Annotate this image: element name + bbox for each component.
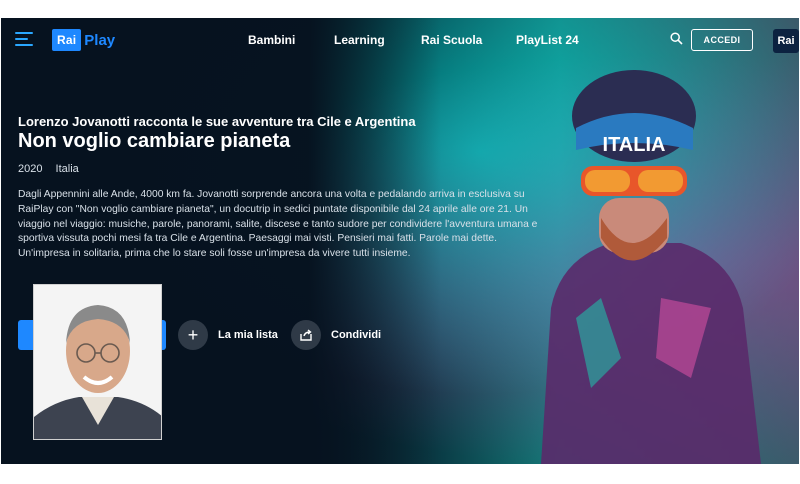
share-icon[interactable] <box>291 320 321 350</box>
show-meta: 2020 Italia <box>18 163 89 175</box>
logo-word-text: Play <box>84 31 116 49</box>
top-navigation-bar: Rai Play Bambini Learning Rai Scuola Pla… <box>1 18 799 64</box>
show-country: Italia <box>55 163 79 175</box>
show-title: Non voglio cambiare pianeta <box>18 130 291 152</box>
login-button[interactable]: ACCEDI <box>691 29 753 51</box>
my-list-label[interactable]: La mia lista <box>218 329 278 341</box>
search-icon[interactable] <box>670 32 683 45</box>
nav-item-bambini[interactable]: Bambini <box>248 33 295 47</box>
helmet-text: ITALIA <box>603 134 666 156</box>
show-subtitle: Lorenzo Jovanotti racconta le sue avvent… <box>18 114 416 129</box>
show-description: Dagli Appennini alle Ande, 4000 km fa. J… <box>18 189 538 260</box>
nav-item-playlist-24[interactable]: PlayList 24 <box>516 33 579 47</box>
my-list-action[interactable]: + La mia lista <box>178 320 278 350</box>
plus-icon[interactable]: + <box>178 320 208 350</box>
nav-item-rai-scuola[interactable]: Rai Scuola <box>421 33 482 47</box>
menu-icon[interactable] <box>15 32 33 46</box>
logo-box-text: Rai <box>52 29 82 51</box>
nav-item-learning[interactable]: Learning <box>334 33 385 47</box>
share-label[interactable]: Condividi <box>331 329 381 341</box>
share-action[interactable]: Condividi <box>291 320 381 350</box>
show-year: 2020 <box>18 163 43 175</box>
portrait-photo <box>33 284 162 440</box>
raiplay-logo[interactable]: Rai Play <box>52 29 115 51</box>
rai-logo-badge[interactable]: Rai <box>773 29 799 53</box>
portrait-illustration <box>34 285 161 439</box>
